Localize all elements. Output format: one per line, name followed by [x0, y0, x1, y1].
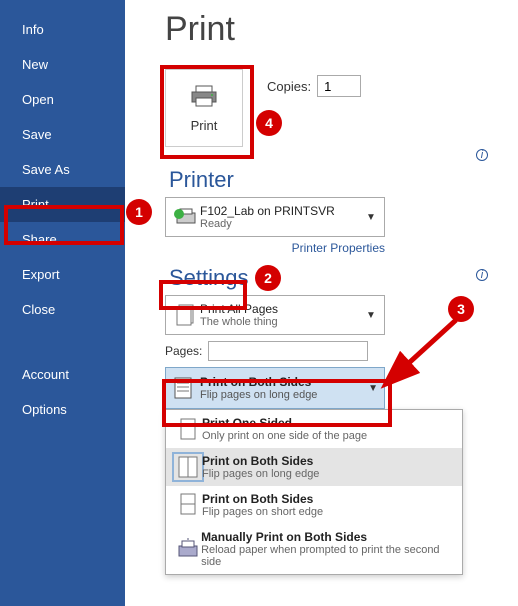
- print-button-label: Print: [191, 118, 218, 133]
- chevron-down-icon: ▼: [364, 212, 378, 223]
- sidebar-item-info[interactable]: Info: [0, 12, 125, 47]
- sides-option-long-edge[interactable]: Print on Both Sides Flip pages on long e…: [166, 448, 462, 486]
- printer-icon: [190, 84, 218, 108]
- pages-label: Pages:: [165, 344, 202, 358]
- copies-input[interactable]: [317, 75, 361, 97]
- status-ok-icon: [174, 209, 184, 219]
- opt1-line2: Flip pages on long edge: [202, 468, 319, 480]
- print-main: Print Print Copies: i Printer: [125, 0, 518, 606]
- chevron-down-icon: ▼: [364, 310, 378, 321]
- settings-heading: Settings: [165, 265, 253, 291]
- sides-dropdown-panel: Print One Sided Only print on one side o…: [165, 409, 463, 575]
- sidebar-item-share[interactable]: Share: [0, 222, 125, 257]
- printer-heading: Printer: [165, 167, 238, 193]
- printer-status: Ready: [200, 218, 364, 230]
- sides-option-one-sided[interactable]: Print One Sided Only print on one side o…: [166, 410, 462, 448]
- print-button[interactable]: Print: [165, 69, 243, 147]
- opt1-line1: Print on Both Sides: [202, 454, 319, 468]
- opt2-line1: Print on Both Sides: [202, 492, 323, 506]
- sides-selector[interactable]: Print on Both Sides Flip pages on long e…: [165, 367, 385, 409]
- pages-scope-line2: The whole thing: [200, 316, 364, 328]
- pages-scope-selector[interactable]: Print All Pages The whole thing ▼: [165, 295, 385, 335]
- opt3-line2: Reload paper when prompted to print the …: [201, 544, 454, 568]
- printer-selector[interactable]: F102_Lab on PRINTSVR Ready ▼: [165, 197, 385, 237]
- sidebar-item-open[interactable]: Open: [0, 82, 125, 117]
- sidebar-item-save[interactable]: Save: [0, 117, 125, 152]
- printer-info-icon[interactable]: i: [476, 149, 488, 161]
- duplex-short-icon: [174, 492, 202, 518]
- duplex-long-icon: [174, 454, 202, 480]
- copies-label: Copies:: [267, 79, 311, 94]
- backstage-sidebar: Info New Open Save Save As Print Share E…: [0, 0, 125, 606]
- page-title: Print: [165, 10, 518, 49]
- pages-input[interactable]: [208, 341, 368, 361]
- sidebar-item-account[interactable]: Account: [0, 357, 125, 392]
- printer-name: F102_Lab on PRINTSVR: [200, 204, 364, 218]
- sidebar-item-saveas[interactable]: Save As: [0, 152, 125, 187]
- sidebar-item-export[interactable]: Export: [0, 257, 125, 292]
- opt2-line2: Flip pages on short edge: [202, 506, 323, 518]
- sidebar-item-new[interactable]: New: [0, 47, 125, 82]
- printer-device-icon: [172, 207, 200, 227]
- sidebar-item-close[interactable]: Close: [0, 292, 125, 327]
- sides-option-short-edge[interactable]: Print on Both Sides Flip pages on short …: [166, 486, 462, 524]
- sidebar-item-print[interactable]: Print: [0, 187, 125, 222]
- chevron-down-icon: ▼: [368, 383, 378, 394]
- sides-selected-line1: Print on Both Sides: [200, 375, 368, 389]
- pages-icon: [172, 303, 200, 327]
- duplex-icon: [172, 375, 200, 401]
- duplex-manual-icon: [174, 538, 201, 560]
- sides-option-manual[interactable]: Manually Print on Both Sides Reload pape…: [166, 524, 462, 574]
- pages-scope-line1: Print All Pages: [200, 302, 364, 316]
- printer-properties-link[interactable]: Printer Properties: [165, 241, 385, 255]
- opt0-line2: Only print on one side of the page: [202, 430, 367, 442]
- opt0-line1: Print One Sided: [202, 416, 367, 430]
- settings-info-icon[interactable]: i: [476, 269, 488, 281]
- page-single-icon: [174, 416, 202, 442]
- sidebar-item-options[interactable]: Options: [0, 392, 125, 427]
- sides-selected-line2: Flip pages on long edge: [200, 389, 368, 401]
- opt3-line1: Manually Print on Both Sides: [201, 530, 454, 544]
